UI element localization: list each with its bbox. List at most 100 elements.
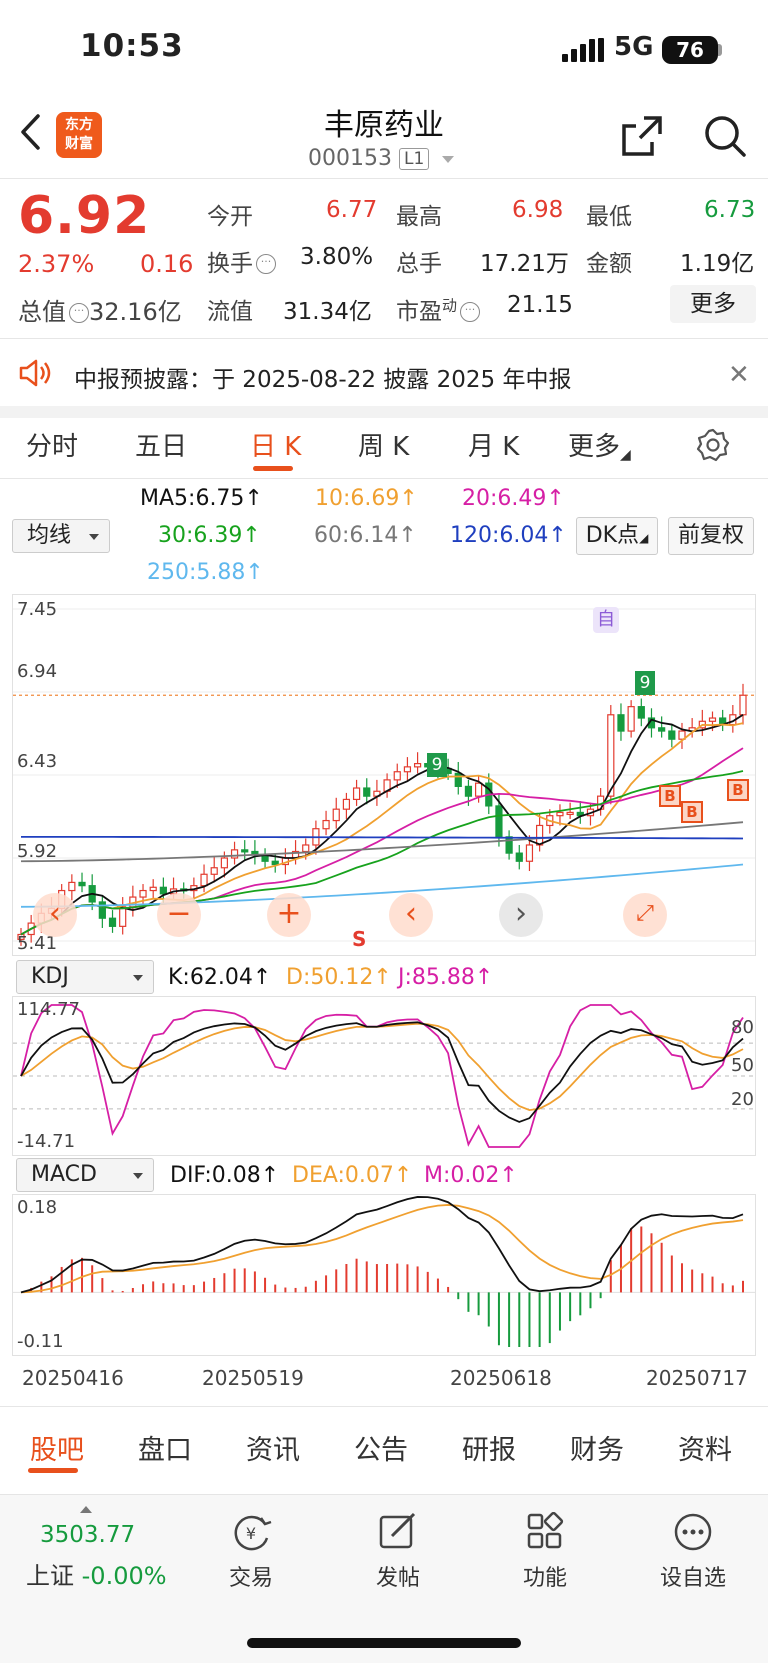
ma20-text: 20:6.49 bbox=[462, 486, 547, 511]
date-label-3: 20250618 bbox=[450, 1366, 552, 1390]
fullscreen-icon[interactable]: ⤢ bbox=[623, 893, 667, 937]
add-watch-button[interactable]: 设自选 bbox=[638, 1512, 748, 1592]
post-button[interactable]: 发帖 bbox=[343, 1512, 453, 1592]
high-label: 最高 bbox=[396, 204, 442, 230]
buy-mark-3[interactable]: B bbox=[727, 779, 749, 801]
divider bbox=[0, 1406, 768, 1407]
candle-body-60 bbox=[627, 706, 635, 732]
adjust-button[interactable]: 前复权 bbox=[668, 517, 754, 555]
level-dropdown-icon[interactable] bbox=[442, 156, 454, 163]
buy-mark-2[interactable]: B bbox=[681, 801, 703, 823]
close-icon[interactable]: ✕ bbox=[728, 360, 750, 390]
candle-body-58 bbox=[607, 714, 615, 797]
index-info[interactable]: 上证 -0.00% bbox=[26, 1556, 167, 1591]
signal-icon bbox=[562, 38, 604, 62]
search-icon[interactable] bbox=[703, 114, 747, 158]
candle-body-51 bbox=[536, 824, 544, 846]
open-label: 今开 bbox=[207, 204, 253, 230]
more-button[interactable]: 更多 bbox=[670, 285, 756, 323]
macd-dif-text: DIF:0.08 bbox=[170, 1163, 261, 1188]
market-cap: 总值 ··· 32.16亿 bbox=[18, 292, 182, 327]
macd-dif-line bbox=[20, 1196, 744, 1294]
home-indicator[interactable] bbox=[247, 1638, 521, 1648]
kline-chart[interactable]: 7.45 6.94 6.43 5.92 5.41 自 S 9 9 B B B ‹… bbox=[12, 594, 756, 956]
function-label: 功能 bbox=[522, 1566, 567, 1591]
candle-body-33 bbox=[352, 787, 361, 801]
info-icon[interactable]: ··· bbox=[256, 254, 276, 274]
macd-selector[interactable]: MACD bbox=[16, 1158, 154, 1192]
battery-tip bbox=[718, 44, 722, 56]
change-amount: 0.16 bbox=[140, 250, 194, 278]
high-value: 6.98 bbox=[512, 197, 564, 223]
low-label: 最低 bbox=[586, 204, 632, 230]
market-cap-value: 32.16亿 bbox=[89, 298, 182, 326]
tab-intraday[interactable]: 分时 bbox=[26, 426, 78, 463]
kdj-chart[interactable]: 114.77 -14.71 80 50 20 bbox=[12, 996, 756, 1156]
level-badge[interactable]: L1 bbox=[399, 148, 430, 170]
trade-button[interactable]: ¥ 交易 bbox=[196, 1512, 306, 1592]
tab-daily-k[interactable]: 日 K bbox=[250, 426, 301, 463]
macd-chart[interactable]: 0.18 -0.11 bbox=[12, 1194, 756, 1356]
info-icon[interactable]: ··· bbox=[460, 302, 481, 322]
self-select-mark[interactable]: 自 bbox=[593, 607, 619, 633]
index-value[interactable]: 3503.77 bbox=[40, 1522, 135, 1548]
candle-body-9 bbox=[108, 917, 117, 927]
kdj-k-text: K:62.04 bbox=[168, 965, 253, 990]
macd-dea-line bbox=[20, 1204, 744, 1294]
candle-body-8 bbox=[98, 901, 106, 919]
current-price: 6.92 bbox=[18, 186, 151, 246]
ma30-text: 30:6.39 bbox=[158, 523, 243, 548]
next-icon[interactable]: › bbox=[499, 893, 543, 937]
network-label: 5G bbox=[614, 32, 654, 62]
bottom-tab-indicator bbox=[28, 1468, 78, 1473]
tab-news[interactable]: 资讯 bbox=[246, 1428, 300, 1467]
kdj-selector[interactable]: KDJ bbox=[16, 960, 154, 994]
gear-icon[interactable] bbox=[696, 428, 730, 462]
candle-body-14 bbox=[159, 886, 167, 895]
chart-left-icon[interactable]: ‹ bbox=[33, 893, 77, 937]
stock-code: 000153 bbox=[308, 146, 392, 171]
candle-body-22 bbox=[241, 849, 249, 853]
candle-body-44 bbox=[464, 785, 473, 797]
tab-profile[interactable]: 资料 bbox=[678, 1428, 732, 1467]
candle-body-21 bbox=[230, 849, 239, 859]
tab-weekly-k[interactable]: 周 K bbox=[358, 426, 409, 463]
kline-axis-top: 7.45 bbox=[17, 599, 58, 620]
tab-finance[interactable]: 财务 bbox=[570, 1428, 624, 1467]
date-label-2: 20250519 bbox=[202, 1366, 304, 1390]
volume-label: 总手 bbox=[396, 251, 442, 277]
info-icon[interactable]: ··· bbox=[69, 303, 89, 323]
kdj-svg[interactable] bbox=[13, 997, 755, 1155]
function-button[interactable]: 功能 bbox=[490, 1511, 600, 1592]
turnover-label: 换手 ··· bbox=[207, 244, 276, 278]
tab-announcement[interactable]: 公告 bbox=[354, 1428, 408, 1467]
buy-mark[interactable]: B bbox=[659, 785, 681, 807]
nine-mark: 9 bbox=[427, 753, 447, 777]
tab-research[interactable]: 研报 bbox=[462, 1428, 516, 1467]
tab-monthly-k[interactable]: 月 K bbox=[468, 426, 519, 463]
macd-svg[interactable] bbox=[13, 1195, 755, 1355]
sell-mark[interactable]: S bbox=[352, 927, 366, 951]
more-dots-icon bbox=[674, 1513, 712, 1551]
candle-body-49 bbox=[515, 852, 523, 862]
change-percent: 2.37% bbox=[18, 250, 95, 278]
pe-sup: 动 bbox=[442, 296, 458, 315]
zoom-out-icon[interactable]: − bbox=[157, 893, 201, 937]
ma30-value: 30:6.39↑ bbox=[158, 523, 261, 548]
tab-five-day[interactable]: 五日 bbox=[135, 426, 187, 463]
dk-point-button[interactable]: DK点◢ bbox=[576, 517, 658, 555]
tab-forum[interactable]: 股吧 bbox=[30, 1428, 84, 1467]
pe-label: 市盈动 ··· bbox=[396, 292, 481, 326]
index-expand-icon[interactable] bbox=[80, 1506, 92, 1513]
post-label: 发帖 bbox=[375, 1566, 420, 1591]
share-icon[interactable] bbox=[620, 114, 664, 158]
tab-more[interactable]: 更多◢ bbox=[568, 426, 631, 463]
ma-selector[interactable]: 均线 bbox=[12, 519, 110, 553]
tab-orderbook[interactable]: 盘口 bbox=[138, 1428, 192, 1467]
macd-m: M:0.02↑ bbox=[424, 1163, 518, 1188]
zoom-in-icon[interactable]: + bbox=[267, 893, 311, 937]
float-label: 流值 bbox=[207, 299, 253, 325]
notice-text[interactable]: 中报预披露：于 2025-08-22 披露 2025 年中报 bbox=[74, 360, 571, 394]
clock: 10:53 bbox=[80, 28, 184, 64]
prev-icon[interactable]: ‹ bbox=[389, 893, 433, 937]
